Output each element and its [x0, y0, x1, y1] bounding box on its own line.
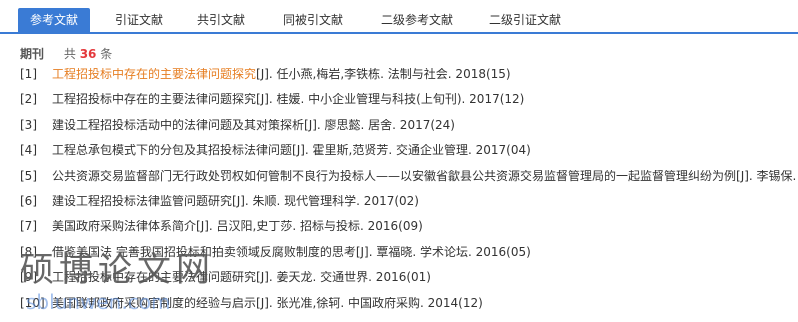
list-item: [1] 工程招投标中存在的主要法律问题探究 [J]. 任小燕,梅岩,李铁栋. 法…	[20, 68, 798, 93]
reference-meta: [J]. 朱顺. 现代管理科学. 2017(02)	[232, 194, 419, 208]
reference-meta: [J]. 吕汉阳,史丁莎. 招标与投标. 2016(09)	[196, 220, 423, 234]
reference-index: [4]	[20, 144, 37, 158]
reference-list: [1] 工程招投标中存在的主要法律问题探究 [J]. 任小燕,梅岩,李铁栋. 法…	[20, 68, 798, 322]
count-prefix: 共	[63, 47, 76, 61]
list-item: [6] 建设工程招投标法律监管问题研究 [J]. 朱顺. 现代管理科学. 201…	[20, 195, 798, 220]
tab-references[interactable]: 参考文献	[18, 8, 90, 32]
reference-title-link[interactable]: 工程总承包模式下的分包及其招投标法律问题	[52, 144, 292, 157]
list-item: [4] 工程总承包模式下的分包及其招投标法律问题 [J]. 霍里斯,范贤芳. 交…	[20, 144, 798, 169]
reference-title-link[interactable]: 借鉴美国法 完善我国招投标和拍卖领域反腐败制度的思考	[52, 246, 356, 259]
reference-meta: [J]. 桂媛. 中小企业管理与科技(上旬刊). 2017(12)	[256, 93, 525, 107]
tab-secondary-citing-literature[interactable]: 二级引证文献	[472, 8, 578, 32]
reference-title-link[interactable]: 美国联邦政府采购官制度的经验与启示	[52, 297, 256, 310]
list-item: [7] 美国政府采购法律体系简介 [J]. 吕汉阳,史丁莎. 招标与投标. 20…	[20, 220, 798, 245]
list-item: [2] 工程招投标中存在的主要法律问题探究 [J]. 桂媛. 中小企业管理与科技…	[20, 93, 798, 118]
reference-meta: [J]. 廖思懿. 居舍. 2017(24)	[304, 118, 455, 132]
tab-secondary-references[interactable]: 二级参考文献	[364, 8, 470, 32]
reference-meta: [J]. 李锡保.	[736, 169, 797, 183]
reference-index: [10]	[20, 296, 45, 310]
result-count: 期刊 共 36 条	[20, 46, 112, 62]
reference-index: [6]	[20, 194, 37, 208]
reference-meta: [J]. 任小燕,梅岩,李铁栋. 法制与社会. 2018(15)	[256, 68, 511, 81]
count-number: 36	[79, 47, 97, 61]
list-item: [5] 公共资源交易监督部门无行政处罚权如何管制不良行为投标人——以安徽省歙县公…	[20, 170, 798, 195]
reference-title-link[interactable]: 工程招投标中存在的主要法律问题探究	[52, 93, 256, 106]
list-item: [8] 借鉴美国法 完善我国招投标和拍卖领域反腐败制度的思考 [J]. 覃福晓.…	[20, 246, 798, 271]
reference-title-link[interactable]: 公共资源交易监督部门无行政处罚权如何管制不良行为投标人——以安徽省歙县公共资源交…	[52, 170, 736, 183]
reference-tab-bar: 参考文献 引证文献 共引文献 同被引文献 二级参考文献 二级引证文献	[0, 0, 798, 34]
list-item: [9] 工程招投标中存在的主要法律问题研究 [J]. 姜天龙. 交通世界. 20…	[20, 271, 798, 296]
reference-meta: [J]. 张光准,徐轲. 中国政府采购. 2014(12)	[256, 296, 483, 310]
list-item: [3] 建设工程招投标活动中的法律问题及其对策探析 [J]. 廖思懿. 居舍. …	[20, 119, 798, 144]
reference-index: [8]	[20, 245, 37, 259]
tab-co-cited-literature[interactable]: 共引文献	[182, 8, 260, 32]
reference-meta: [J]. 姜天龙. 交通世界. 2016(01)	[256, 271, 431, 285]
reference-title-link[interactable]: 工程招投标中存在的主要法律问题探究	[52, 68, 256, 81]
list-item: [10] 美国联邦政府采购官制度的经验与启示 [J]. 张光准,徐轲. 中国政府…	[20, 297, 798, 322]
reference-title-link[interactable]: 美国政府采购法律体系简介	[52, 220, 196, 233]
tab-citing-literature[interactable]: 引证文献	[100, 8, 178, 32]
reference-index: [2]	[20, 93, 37, 107]
category-label: 期刊	[20, 47, 45, 61]
reference-title-link[interactable]: 建设工程招投标法律监管问题研究	[52, 195, 232, 208]
count-suffix: 条	[100, 47, 113, 61]
reference-meta: [J]. 覃福晓. 学术论坛. 2016(05)	[355, 245, 531, 259]
reference-index: [9]	[20, 271, 37, 285]
reference-index: [3]	[20, 118, 37, 132]
reference-index: [1]	[20, 68, 37, 81]
reference-index: [5]	[20, 169, 37, 183]
reference-meta: [J]. 霍里斯,范贤芳. 交通企业管理. 2017(04)	[292, 144, 531, 158]
reference-index: [7]	[20, 220, 37, 234]
reference-title-link[interactable]: 工程招投标中存在的主要法律问题研究	[52, 271, 256, 284]
tab-co-citation-literature[interactable]: 同被引文献	[268, 8, 358, 32]
reference-title-link[interactable]: 建设工程招投标活动中的法律问题及其对策探析	[52, 119, 304, 132]
